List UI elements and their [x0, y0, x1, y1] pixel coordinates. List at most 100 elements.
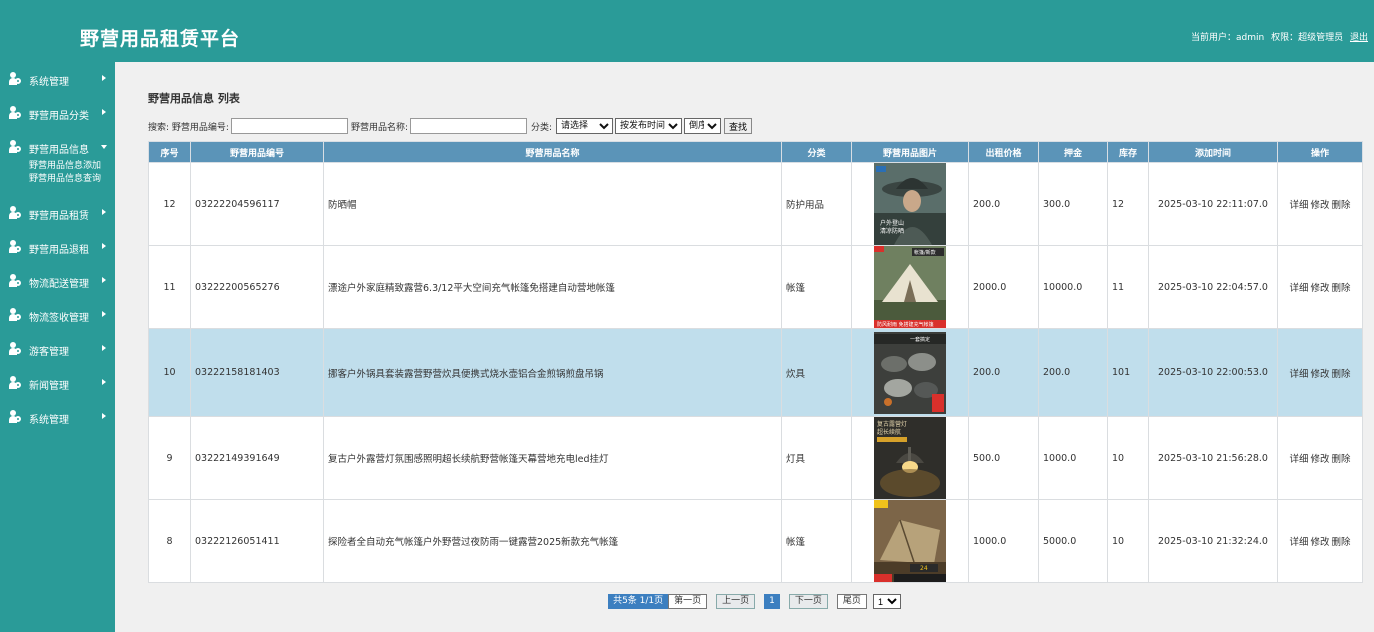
- detail-link[interactable]: 详细: [1289, 537, 1308, 548]
- detail-link[interactable]: 详细: [1289, 283, 1308, 294]
- svg-text:24: 24: [920, 565, 928, 572]
- table-row[interactable]: 12 03222204596117 防晒帽 防护用品 户外登山 清凉防晒 200.0 300.…: [148, 162, 1363, 246]
- name-search-input[interactable]: [409, 118, 527, 134]
- edit-link[interactable]: 修改: [1310, 283, 1329, 294]
- user-gear-icon: [9, 240, 21, 253]
- edit-link[interactable]: 修改: [1310, 537, 1329, 548]
- column-header: 序号: [148, 141, 191, 163]
- table-row[interactable]: 10 03222158181403 挪客户外锅具套装露营野营炊具便携式烧水壶铝合金煎…: [148, 328, 1363, 417]
- cell-id: 11: [148, 245, 191, 329]
- product-image[interactable]: 一套搞定: [874, 331, 946, 414]
- cell-operations: 详细 修改 删除: [1277, 328, 1363, 417]
- edit-link[interactable]: 修改: [1310, 200, 1329, 211]
- main-content: 野营用品信息 列表 搜索: 野营用品编号: 野营用品名称: 分类: 请选择 按发…: [135, 62, 1374, 632]
- top-header: 野营用品租赁平台 当前用户：admin 权限：超级管理员 退出: [0, 0, 1374, 62]
- cell-price: 2000.0: [968, 245, 1039, 329]
- edit-link[interactable]: 修改: [1310, 454, 1329, 465]
- user-gear-icon: [9, 308, 21, 321]
- caret-right-icon: [102, 277, 106, 283]
- svg-text:帐篷/新款: 帐篷/新款: [914, 249, 936, 256]
- cell-name: 探险者全自动充气帐篷户外野营过夜防雨一键露营2025新款充气帐篷: [323, 499, 782, 583]
- search-button[interactable]: 查找: [724, 118, 753, 134]
- product-image[interactable]: 帐篷/新款 防风耐雨 免搭建充气帐篷: [874, 246, 946, 328]
- table-header-row: 序号 野营用品编号 野营用品名称 分类 野营用品图片 出租价格 押金 库存 添加时间 操作: [148, 141, 1363, 163]
- column-header: 分类: [781, 141, 852, 163]
- delete-link[interactable]: 删除: [1332, 369, 1351, 380]
- caret-right-icon: [102, 243, 106, 249]
- user-gear-icon: [9, 376, 21, 389]
- first-page-button[interactable]: 第一页: [668, 594, 708, 609]
- sidebar-subitem[interactable]: 野营用品信息查询: [29, 173, 115, 186]
- sort-field-select[interactable]: 按发布时间: [615, 118, 683, 134]
- sidebar-item[interactable]: 野营用品租赁: [0, 196, 115, 230]
- cell-added-time: 2025-03-10 21:32:24.0: [1148, 499, 1278, 583]
- cell-added-time: 2025-03-10 21:56:28.0: [1148, 416, 1278, 500]
- cell-deposit: 300.0: [1038, 162, 1108, 246]
- cell-category: 帐篷: [781, 499, 852, 583]
- sidebar-item[interactable]: 野营用品信息: [0, 130, 115, 164]
- cell-image: 24: [851, 499, 969, 583]
- sidebar-item[interactable]: 系统管理: [0, 400, 115, 434]
- cell-operations: 详细 修改 删除: [1277, 499, 1363, 583]
- column-header: 野营用品图片: [851, 141, 969, 163]
- product-image[interactable]: 户外登山 清凉防晒: [874, 163, 946, 245]
- delete-link[interactable]: 删除: [1332, 200, 1351, 211]
- column-header: 出租价格: [968, 141, 1039, 163]
- sidebar-item[interactable]: 新闻管理: [0, 366, 115, 400]
- code-search-input[interactable]: [230, 118, 348, 134]
- delete-link[interactable]: 删除: [1332, 283, 1351, 294]
- cell-added-time: 2025-03-10 22:00:53.0: [1148, 328, 1278, 417]
- prev-page-button[interactable]: 上一页: [716, 594, 756, 609]
- delete-link[interactable]: 删除: [1332, 454, 1351, 465]
- page-jump-select[interactable]: 1: [872, 594, 901, 609]
- last-page-button[interactable]: 尾页: [836, 594, 867, 609]
- cell-id: 9: [148, 416, 191, 500]
- sidebar-item-label: 物流签收管理: [29, 313, 89, 324]
- cell-stock: 11: [1107, 245, 1149, 329]
- caret-right-icon: [102, 413, 106, 419]
- product-image[interactable]: 24: [874, 500, 946, 582]
- cell-image: 一套搞定: [851, 328, 969, 417]
- page-title: 野营用品信息 列表: [148, 92, 240, 105]
- cell-stock: 101: [1107, 328, 1149, 417]
- sidebar-item[interactable]: 游客管理: [0, 332, 115, 366]
- table-row[interactable]: 9 03222149391649 复古户外露营灯氛围感照明超长续航野营帐篷天幕营地充…: [148, 416, 1363, 500]
- user-gear-icon: [9, 274, 21, 287]
- sidebar-item-label: 物流配送管理: [29, 279, 89, 290]
- detail-link[interactable]: 详细: [1289, 454, 1308, 465]
- user-gear-icon: [9, 140, 21, 153]
- cell-deposit: 5000.0: [1038, 499, 1108, 583]
- logout-link[interactable]: 退出: [1350, 33, 1368, 43]
- sidebar-item[interactable]: 系统管理: [0, 62, 115, 96]
- sidebar-item-label: 新闻管理: [29, 381, 69, 392]
- detail-link[interactable]: 详细: [1289, 369, 1308, 380]
- detail-link[interactable]: 详细: [1289, 200, 1308, 211]
- cell-price: 200.0: [968, 328, 1039, 417]
- svg-text:户外登山: 户外登山: [880, 219, 904, 227]
- sidebar-item[interactable]: 野营用品退租: [0, 230, 115, 264]
- product-image[interactable]: 复古露营灯 超长续航: [874, 417, 946, 499]
- sidebar-item[interactable]: 野营用品分类: [0, 96, 115, 130]
- column-header: 野营用品编号: [190, 141, 324, 163]
- sidebar-item[interactable]: 物流签收管理: [0, 298, 115, 332]
- cell-stock: 12: [1107, 162, 1149, 246]
- delete-link[interactable]: 删除: [1332, 537, 1351, 548]
- edit-link[interactable]: 修改: [1310, 369, 1329, 380]
- app-title: 野营用品租赁平台: [80, 28, 241, 50]
- cell-operations: 详细 修改 删除: [1277, 162, 1363, 246]
- sidebar-item-label: 野营用品信息: [29, 145, 89, 156]
- table-row[interactable]: 11 03222200565276 漂途户外家庭精致露营6.3/12平大空间充气帐篷…: [148, 245, 1363, 329]
- sidebar-item-label: 系统管理: [29, 77, 69, 88]
- table-row[interactable]: 8 03222126051411 探险者全自动充气帐篷户外野营过夜防雨一键露营202…: [148, 499, 1363, 583]
- user-gear-icon: [9, 72, 21, 85]
- svg-text:超长续航: 超长续航: [877, 428, 901, 436]
- sort-order-select[interactable]: 倒序: [684, 118, 722, 134]
- cell-id: 8: [148, 499, 191, 583]
- sidebar-item[interactable]: 物流配送管理: [0, 264, 115, 298]
- cell-image: 户外登山 清凉防晒: [851, 162, 969, 246]
- next-page-button[interactable]: 下一页: [788, 594, 828, 609]
- cell-stock: 10: [1107, 499, 1149, 583]
- category-select[interactable]: 请选择: [556, 118, 614, 134]
- current-page-indicator[interactable]: 1: [764, 594, 780, 609]
- pager-info: 共5条 1/1页: [608, 594, 669, 609]
